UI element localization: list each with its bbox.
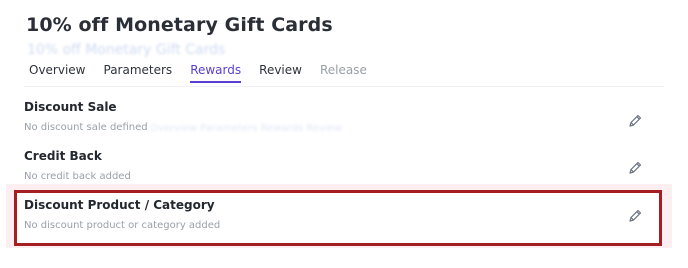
tab-bar: Overview Parameters Rewards Review Relea… [29,63,385,87]
section-title: Discount Sale [24,100,117,114]
tab-release: Release [319,63,367,77]
pencil-icon[interactable] [627,113,643,129]
discount-product-category-section: Discount Product / Category No discount … [24,198,652,231]
tab-overview[interactable]: Overview [29,63,86,83]
tabs-divider [24,86,664,87]
credit-back-section: Credit Back No credit back added [24,149,652,182]
section-title: Credit Back [24,149,102,163]
section-title: Discount Product / Category [24,198,215,212]
tab-review[interactable]: Review [259,63,302,83]
page-title: 10% off Monetary Gift Cards [26,14,333,36]
section-empty-text: No discount product or category added [24,220,221,231]
ghost-tab-row: Overview Parameters Rewards Review [150,124,342,134]
tab-rewards[interactable]: Rewards [190,63,242,83]
ghost-subtitle: 10% off Monetary Gift Cards [27,43,226,57]
section-empty-text: No credit back added [24,171,131,182]
pencil-icon[interactable] [627,160,643,176]
pencil-icon[interactable] [627,208,643,224]
tab-parameters[interactable]: Parameters [104,63,173,83]
